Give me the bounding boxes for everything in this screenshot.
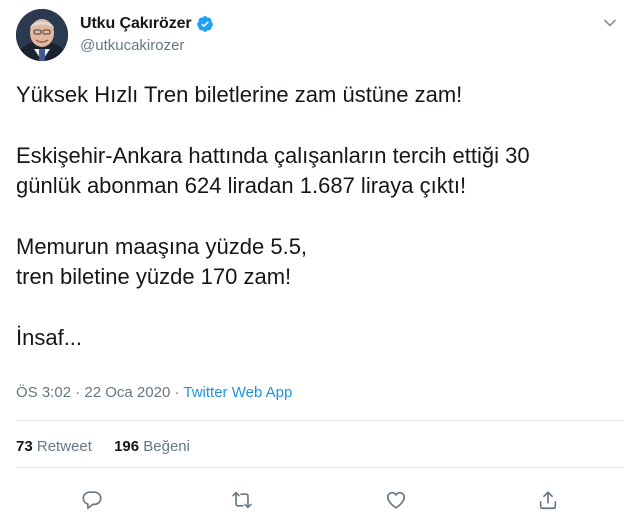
paragraph-2: Eskişehir-Ankara hattında çalışanların t…	[16, 141, 626, 201]
text-line: günlük abonman 624 liradan 1.687 liraya …	[16, 173, 467, 198]
retweet-label: Retweet	[36, 438, 92, 455]
tweet-meta: ÖS 3:02 · 22 Oca 2020 · Twitter Web App	[16, 384, 292, 401]
paragraph-4: İnsaf...	[16, 323, 626, 353]
paragraph-3: Memurun maaşına yüzde 5.5, tren biletine …	[16, 232, 626, 292]
reply-icon	[82, 491, 102, 509]
user-handle[interactable]: @utkucakirozer	[80, 37, 214, 54]
retweet-stat[interactable]: 73 Retweet	[16, 438, 92, 455]
action-bar	[0, 486, 640, 514]
like-count: 196	[114, 438, 140, 455]
tweet-header: Utku Çakırözer @utkucakirozer	[16, 9, 624, 61]
reply-button[interactable]	[78, 486, 106, 514]
heart-icon	[386, 491, 406, 509]
text-line: Eskişehir-Ankara hattında çalışanların t…	[16, 143, 530, 168]
user-names: Utku Çakırözer @utkucakirozer	[80, 13, 214, 54]
text-line: İnsaf...	[16, 325, 83, 350]
tweet-text: Yüksek Hızlı Tren biletlerine zam üstüne…	[16, 80, 626, 353]
tweet-card: Utku Çakırözer @utkucakirozer Yüksek Hız…	[0, 0, 640, 526]
text-line: tren biletine yüzde 170 zam!	[16, 264, 292, 289]
display-name-row: Utku Çakırözer	[80, 13, 214, 35]
retweet-count: 73	[16, 438, 33, 455]
divider	[16, 420, 624, 421]
retweet-icon	[232, 491, 252, 509]
chevron-down-icon[interactable]	[600, 13, 620, 33]
share-icon	[539, 491, 557, 510]
like-stat[interactable]: 196 Beğeni	[114, 438, 190, 455]
share-button[interactable]	[534, 486, 562, 514]
tweet-source[interactable]: Twitter Web App	[183, 384, 292, 401]
meta-separator: ·	[75, 384, 81, 401]
paragraph-1: Yüksek Hızlı Tren biletlerine zam üstüne…	[16, 80, 626, 110]
avatar[interactable]	[16, 9, 68, 61]
text-line: Yüksek Hızlı Tren biletlerine zam üstüne…	[16, 82, 463, 107]
like-button[interactable]	[382, 486, 410, 514]
display-name[interactable]: Utku Çakırözer	[80, 15, 192, 33]
like-label: Beğeni	[143, 438, 190, 455]
meta-separator: ·	[174, 384, 180, 401]
text-line: Memurun maaşına yüzde 5.5,	[16, 234, 308, 259]
tweet-time[interactable]: ÖS 3:02	[16, 384, 71, 401]
divider	[16, 467, 624, 468]
retweet-button[interactable]	[228, 486, 256, 514]
tweet-stats: 73 Retweet 196 Beğeni	[16, 438, 208, 455]
tweet-date[interactable]: 22 Oca 2020	[84, 384, 170, 401]
verified-badge-icon	[196, 15, 214, 33]
avatar-image	[16, 9, 68, 61]
